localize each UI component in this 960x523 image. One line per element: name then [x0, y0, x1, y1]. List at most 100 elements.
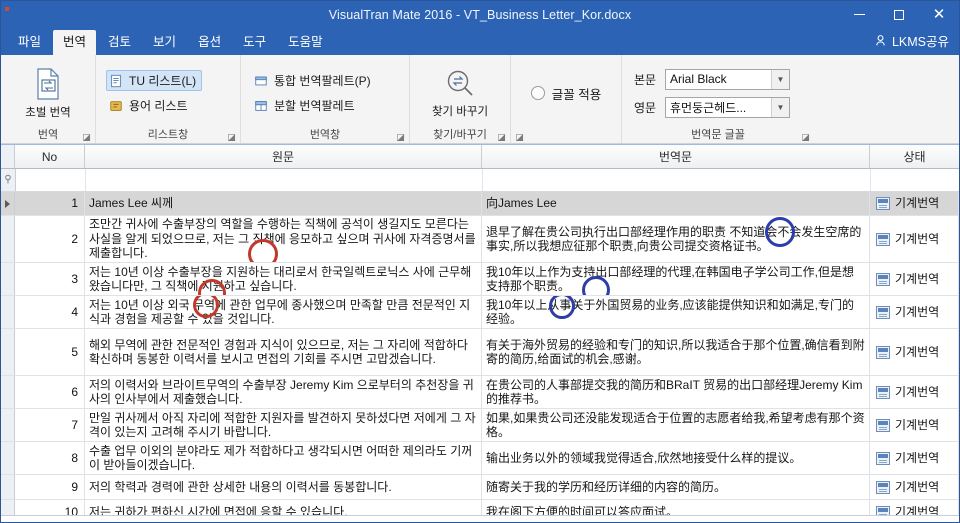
row-selector-cell[interactable]	[1, 216, 15, 262]
rough-translate-button[interactable]: 초벌 번역	[15, 63, 81, 124]
filter-cell-no[interactable]	[16, 169, 86, 191]
cell-status[interactable]: 기계번역	[870, 442, 959, 474]
row-selector-cell[interactable]	[1, 263, 15, 295]
cell-source[interactable]: 저의 학력과 경력에 관한 상세한 내용의 이력서를 동봉합니다.	[85, 475, 482, 499]
table-row[interactable]: 1 James Lee 씨께 向James Lee 기계번역	[1, 192, 959, 216]
column-header-status[interactable]: 상태	[870, 145, 959, 168]
dialog-launcher-list-window[interactable]: ◪	[227, 133, 236, 142]
minimize-button[interactable]	[839, 1, 879, 28]
table-row[interactable]: 7 만일 귀사께서 아직 자리에 적합한 지원자를 발견하지 못하셨다면 저에게 …	[1, 409, 959, 442]
group-title-target-font: 번역문 글꼴	[691, 129, 745, 141]
cell-target[interactable]: 向James Lee	[482, 192, 870, 215]
merged-palette-button[interactable]: 통합 번역팔레트(P)	[251, 70, 377, 91]
dialog-launcher-translate[interactable]: ◪	[82, 133, 91, 142]
document-refresh-icon	[37, 67, 59, 100]
cell-target[interactable]: 在贵公司的人事部提交我的简历和BRaIT 贸易的出口部经理Jeremy Kim的…	[482, 376, 870, 408]
cell-status[interactable]: 기계번역	[870, 409, 959, 441]
filter-cell-source[interactable]	[86, 169, 483, 191]
tab-review[interactable]: 검토	[98, 30, 141, 55]
table-row[interactable]: 5 해외 무역에 관한 전문적인 경험과 지식이 있으므로, 저는 그 자리에 적…	[1, 329, 959, 376]
cell-target[interactable]: 如果,如果贵公司还没能发现适合于位置的志愿者给我,希望考虑有那个资格。	[482, 409, 870, 441]
cell-target[interactable]: 输出业务以外的领域我觉得适合,欣然地接受什么样的提议。	[482, 442, 870, 474]
ribbon-group-translate-label: 번역 ◪	[1, 128, 95, 143]
maximize-button[interactable]	[879, 1, 919, 28]
cell-status[interactable]: 기계번역	[870, 192, 959, 215]
find-replace-label: 찾기 바꾸기	[431, 105, 489, 118]
filter-cell-target[interactable]	[483, 169, 871, 191]
row-selector-cell[interactable]	[1, 296, 15, 328]
cell-source[interactable]: 수출 업무 이외의 분야라도 제가 적합하다고 생각되시면 어떠한 제의라도 기…	[85, 442, 482, 474]
tab-help[interactable]: 도움말	[278, 30, 333, 55]
cell-source[interactable]: 만일 귀사께서 아직 자리에 적합한 지원자를 발견하지 못하셨다면 저에게 그…	[85, 409, 482, 441]
account-button[interactable]: LKMS공유	[874, 31, 949, 55]
chevron-down-icon[interactable]: ▼	[771, 69, 789, 89]
cell-target[interactable]: 退早了解在贵公司执行出口部经理作用的职责 不知道会不会发生空席的事实,所以我想应…	[482, 216, 870, 262]
tab-view[interactable]: 보기	[143, 30, 186, 55]
row-selector-cell[interactable]	[1, 409, 15, 441]
cell-source[interactable]: 저는 10년 이상 외국 무역에 관한 업무에 종사했으며 만족할 만큼 전문적…	[85, 296, 482, 328]
cell-source[interactable]: 해외 무역에 관한 전문적인 경험과 지식이 있으므로, 저는 그 자리에 적합…	[85, 329, 482, 375]
cell-source[interactable]: 저의 이력서와 브라이트무역의 수출부장 Jeremy Kim 으로부터의 추천…	[85, 376, 482, 408]
table-row[interactable]: 2 조만간 귀사에 수출부장의 역할을 수행하는 직책에 공석이 생길지도 모른다…	[1, 216, 959, 263]
row-selector-cell[interactable]	[1, 475, 15, 499]
split-palette-button[interactable]: 분할 번역팔레트	[251, 95, 377, 116]
status-label: 기계번역	[895, 304, 940, 319]
body-font-combo[interactable]: Arial Black ▼	[665, 68, 790, 90]
table-row[interactable]: 3 저는 10년 이상 수출부장을 지원하는 대리로서 한국일렉트로닉스 사에 근…	[1, 263, 959, 296]
cell-status[interactable]: 기계번역	[870, 376, 959, 408]
term-list-button[interactable]: 용어 리스트	[106, 95, 202, 116]
row-selector-cell[interactable]	[1, 442, 15, 474]
row-selector-cell[interactable]	[1, 376, 15, 408]
source-text: 해외 무역에 관한 전문적인 경험과 지식이 있으므로, 저는 그 자리에 적합…	[89, 337, 468, 367]
dialog-launcher-find-replace[interactable]: ◪	[497, 133, 506, 142]
target-font-pickers: 본문 Arial Black ▼ 영문 휴먼둥근헤드... ▼	[628, 68, 796, 118]
close-button[interactable]: ✕	[919, 1, 959, 28]
term-list-label: 용어 리스트	[129, 99, 188, 113]
column-header-source[interactable]: 원문	[85, 145, 482, 168]
cell-status[interactable]: 기계번역	[870, 296, 959, 328]
row-selector-cell[interactable]	[1, 192, 15, 215]
find-replace-button[interactable]: 찾기 바꾸기	[418, 64, 502, 123]
column-header-target[interactable]: 번역문	[482, 145, 870, 168]
ribbon-group-find-replace: 찾기 바꾸기 찾기/바꾸기 ◪	[410, 55, 511, 143]
table-row[interactable]: 10 저는 귀하가 편하신 시간에 면접에 응할 수 있습니다. 我在阁下方便的时间…	[1, 500, 959, 515]
table-row[interactable]: 8 수출 업무 이외의 분야라도 제가 적합하다고 생각되시면 어떠한 제의라도 …	[1, 442, 959, 475]
dialog-launcher-target-font[interactable]: ◪	[801, 133, 810, 142]
tab-options[interactable]: 옵션	[188, 30, 231, 55]
status-label: 기계번역	[895, 384, 940, 399]
ribbon-group-apply-font-label: ◪	[511, 128, 621, 143]
cell-target[interactable]: 我在阁下方便的时间可以答应面试。	[482, 500, 870, 515]
english-font-combo[interactable]: 휴먼둥근헤드... ▼	[665, 96, 790, 118]
cell-source[interactable]: 저는 10년 이상 수출부장을 지원하는 대리로서 한국일렉트로닉스 사에 근무…	[85, 263, 482, 295]
tu-list-button[interactable]: TU 리스트(L)	[106, 70, 203, 91]
dialog-launcher-apply-font[interactable]: ◪	[515, 133, 524, 142]
filter-cell-status[interactable]	[871, 169, 959, 191]
cell-status[interactable]: 기계번역	[870, 329, 959, 375]
tab-file[interactable]: 파일	[8, 30, 51, 55]
tab-translate[interactable]: 번역	[53, 30, 97, 55]
cell-source[interactable]: James Lee 씨께	[85, 192, 482, 215]
column-header-no[interactable]: No	[15, 145, 85, 168]
cell-target[interactable]: 我10年以上作为支持出口部经理的代理,在韩国电子学公司工作,但是想支持那个职责。	[482, 263, 870, 295]
table-row[interactable]: 4 저는 10년 이상 외국 무역에 관한 업무에 종사했으며 만족할 만큼 전문…	[1, 296, 959, 329]
cell-status[interactable]: 기계번역	[870, 263, 959, 295]
row-selector-cell[interactable]	[1, 329, 15, 375]
table-row[interactable]: 9 저의 학력과 경력에 관한 상세한 내용의 이력서를 동봉합니다. 随寄关于我的…	[1, 475, 959, 500]
cell-source[interactable]: 조만간 귀사에 수출부장의 역할을 수행하는 직책에 공석이 생길지도 모른다는…	[85, 216, 482, 262]
ribbon-group-find-replace-label: 찾기/바꾸기 ◪	[410, 128, 510, 143]
cell-no: 10	[15, 500, 85, 515]
apply-font-radio[interactable]: 글꼴 적용	[521, 84, 611, 103]
cell-status[interactable]: 기계번역	[870, 475, 959, 499]
table-row[interactable]: 6 저의 이력서와 브라이트무역의 수출부장 Jeremy Kim 으로부터의 추…	[1, 376, 959, 409]
tab-tools[interactable]: 도구	[233, 30, 276, 55]
cell-status[interactable]: 기계번역	[870, 500, 959, 515]
cell-target[interactable]: 有关于海外贸易的经验和专门的知识,所以我适合于那个位置,确信看到附寄的简历,给面…	[482, 329, 870, 375]
cell-source[interactable]: 저는 귀하가 편하신 시간에 면접에 응할 수 있습니다.	[85, 500, 482, 515]
cell-status[interactable]: 기계번역	[870, 216, 959, 262]
filter-pin-cell[interactable]: ⚲	[1, 169, 16, 191]
dialog-launcher-translate-window[interactable]: ◪	[396, 133, 405, 142]
chevron-down-icon[interactable]: ▼	[771, 97, 789, 117]
row-selector-cell[interactable]	[1, 500, 15, 515]
cell-target[interactable]: 我10年以上从事关于外国贸易的业务,应该能提供知识和如满足,专门的经验。	[482, 296, 870, 328]
cell-target[interactable]: 随寄关于我的学历和经历详细的内容的简历。	[482, 475, 870, 499]
